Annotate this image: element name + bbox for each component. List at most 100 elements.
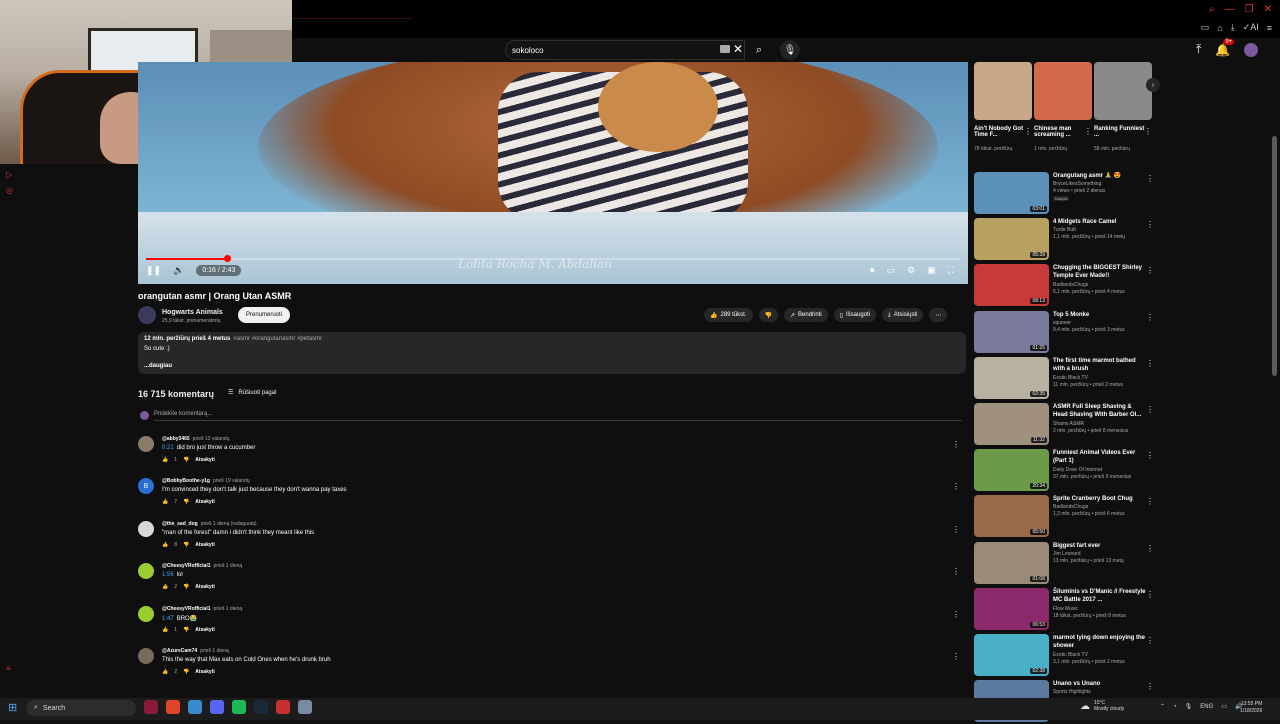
more-icon[interactable]: ⋮ [952,525,960,534]
channel-avatar[interactable] [138,306,156,324]
dislike-button[interactable]: 👎 [758,308,778,322]
description-more-link[interactable]: ...daugiau [144,363,172,369]
app-icon[interactable] [144,700,158,714]
more-icon[interactable]: ⋮ [1084,127,1092,136]
comment-timestamp-link[interactable]: 1:56 [162,572,174,578]
share-button[interactable]: ↗ Bendrinti [783,308,828,322]
thumbs-down-icon[interactable]: 👎 [183,457,189,463]
short-title[interactable]: Ain't Nobody Got Time F... [974,126,1028,138]
video-thumbnail[interactable]: 11:32 [974,403,1049,445]
short-title[interactable]: Chinese man screaming ... [1034,126,1088,138]
settings-icon[interactable] [298,700,312,714]
taskbar-search[interactable]: ⌕ Search [26,700,136,716]
subscribe-button[interactable]: Prenumeruoti [238,307,290,323]
menu-icon[interactable]: ≡ [1267,23,1272,33]
video-thumbnail[interactable]: 05:50 [974,495,1049,538]
keyboard-icon[interactable] [720,45,730,53]
more-icon[interactable]: ⋮ [1146,266,1154,275]
more-icon[interactable]: ⋮ [1146,497,1154,506]
video-title[interactable]: Sprite Cranberry Boot Chug [1053,495,1147,503]
settings-icon[interactable]: ⚙ [907,265,915,276]
video-thumbnail[interactable]: 02:38 [974,634,1049,676]
channel-name[interactable]: Sports Highlights [1053,689,1091,695]
clock[interactable]: 13:55 PM 1/18/2026 [1240,701,1262,715]
video-title[interactable]: The first time marmot bathed with a brus… [1053,357,1147,373]
video-title[interactable]: marmot lying down enjoying the shower [1053,634,1147,650]
volume-icon[interactable]: 🔊 [173,265,184,276]
video-thumbnail[interactable]: 03:01 [974,172,1049,214]
thumbs-up-icon[interactable]: 👍 [162,584,168,590]
video-title[interactable]: Orangutang asmr 🙏 😍 [1053,172,1147,180]
thumbs-down-icon[interactable]: 👎 [183,627,189,633]
reply-button[interactable]: Atsakyti [195,627,214,633]
channel-name[interactable]: BadlandsChugs [1053,282,1088,288]
recommended-video[interactable]: 05:50 Sprite Cranberry Boot Chug BadlandsC… [974,495,1160,539]
hashtags[interactable]: #asmr #orangutanasmr #petasmr [233,336,322,342]
more-icon[interactable]: ⋮ [1146,174,1154,183]
recommended-video[interactable]: 08:13 Chugging the BIGGEST Shirley Temple… [974,264,1160,308]
more-icon[interactable]: ⋮ [1146,220,1154,229]
steam-icon[interactable] [254,700,268,714]
brave-icon[interactable] [166,700,180,714]
channel-name[interactable]: Daily Dose Of Internet [1053,467,1102,473]
thumbs-up-icon[interactable]: 👍 [162,499,168,505]
fullscreen-icon[interactable]: ⛶ [948,265,954,276]
clear-search-icon[interactable]: ✕ [733,42,743,56]
comment-avatar[interactable] [138,563,154,580]
rail-icon[interactable]: ◎ [6,186,13,195]
comment-avatar[interactable] [138,436,154,452]
rail-icon[interactable]: ▷ [6,170,12,179]
video-title[interactable]: Chugging the BIGGEST Shirley Temple Ever… [1053,264,1147,280]
thumbs-up-icon[interactable]: 👍 [162,627,168,633]
language-indicator[interactable]: ENG [1200,704,1213,710]
video-thumbnail[interactable]: 08:13 [974,264,1049,307]
comment-author[interactable]: @BobbyBoothe-y1g [162,478,210,484]
video-thumbnail[interactable]: 06:53 [974,587,1049,630]
search-button[interactable]: ⌕ [748,40,770,60]
comment-avatar[interactable] [138,520,154,537]
thumbs-up-icon[interactable]: 👍 [162,542,168,548]
reply-button[interactable]: Atsakyti [195,669,214,675]
video-thumbnail[interactable]: 01:25 [974,310,1049,353]
comment-author[interactable]: @CheesyVRofficial1 [162,563,211,569]
channel-name[interactable]: BadlandsChugs [1053,504,1088,510]
channel-name[interactable]: squeeer [1053,320,1071,326]
thumbs-up-icon[interactable]: 👍 [162,457,168,463]
sort-comments-button[interactable]: ☰ Rūšiuoti pagal [228,389,276,397]
short-thumbnail[interactable] [974,62,1032,120]
comment-author[interactable]: @the_sad_dog [162,521,198,527]
chevron-up-icon[interactable]: ⌃ [1160,703,1165,710]
recommended-video[interactable]: 05:39 4 Midgets Race Camel Turtle Butt 1,1 … [974,218,1160,262]
account-avatar[interactable] [1244,42,1259,57]
thumbs-down-icon[interactable]: 👎 [183,542,189,548]
comment-avatar[interactable] [138,648,154,664]
thumbs-down-icon[interactable]: 👎 [183,584,189,590]
search-icon[interactable]: ⌕ [1209,4,1215,15]
chat-icon[interactable]: ▭ [1201,22,1210,33]
wifi-icon[interactable]: ◔ [1173,704,1177,710]
video-title[interactable]: Top 5 Monke [1053,311,1147,319]
channel-name[interactable]: Hogwarts Animals [162,309,223,316]
recommended-video[interactable]: 11:32 ASMR Full Sleep Shaving & Head Shav… [974,403,1160,447]
reply-button[interactable]: Atsakyti [195,584,214,590]
close-icon[interactable]: ✕ [1264,4,1272,15]
more-icon[interactable]: ⋮ [952,652,960,661]
voice-search-button[interactable]: 🎙 [780,40,800,60]
more-icon[interactable]: ⋮ [1146,313,1154,322]
lock-icon[interactable]: ⌂ [1217,23,1222,33]
recommended-video[interactable]: 01:25 Top 5 Monke squeeer 9,4 mln. peržiūrų… [974,310,1160,355]
like-button[interactable]: 👍 289 tūkst. [704,308,753,322]
video-title[interactable]: Šiluminis vs D'Manic // Freestyle MC Bat… [1053,588,1147,604]
recommended-video[interactable]: 02:35 The first time marmot bathed with a… [974,356,1160,401]
video-thumbnail[interactable]: 20:34 [974,449,1049,492]
comment-author[interactable]: @CheesyVRofficial1 [162,606,211,612]
autoplay-toggle-icon[interactable]: ⏺ [870,265,875,276]
download-icon[interactable]: ⤓ [1231,22,1235,33]
video-thumbnail[interactable]: 01:08 [974,541,1049,584]
recommended-video[interactable]: 06:53 Šiluminis vs D'Manic // Freestyle M… [974,587,1160,632]
more-icon[interactable]: ⋮ [1146,405,1154,414]
more-icon[interactable]: ⋮ [1024,127,1032,136]
more-icon[interactable]: ⋮ [1146,682,1154,691]
more-icon[interactable]: ⋮ [1144,127,1152,136]
rail-icon[interactable]: ≡ [6,664,11,673]
